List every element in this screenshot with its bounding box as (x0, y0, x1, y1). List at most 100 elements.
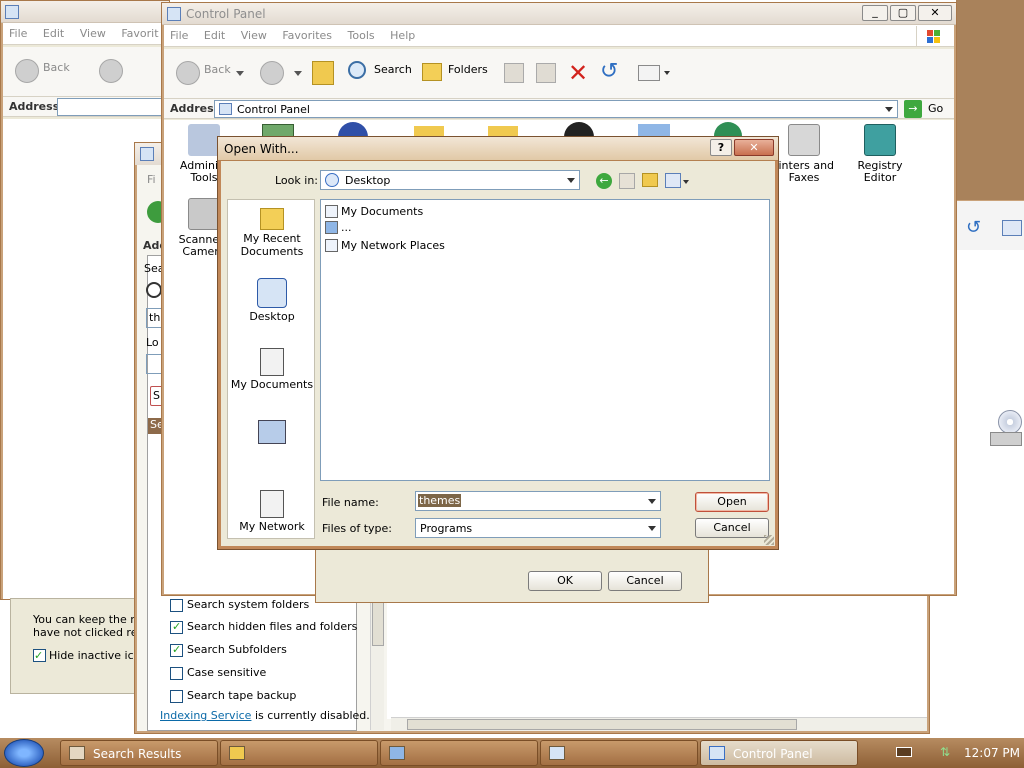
bg-menubar: File Edit View Favorit (3, 23, 167, 45)
cp-address-label: Address (170, 102, 221, 115)
file-list[interactable]: My Documents ... My Network Places (320, 199, 770, 481)
open-button[interactable]: Open (695, 492, 769, 512)
folders-icon[interactable] (422, 63, 442, 81)
minimize-button[interactable]: _ (862, 5, 888, 21)
checkbox-case-sensitive[interactable] (170, 667, 183, 680)
cp-menu-edit[interactable]: Edit (198, 25, 231, 46)
search-menu-fragment[interactable]: Fi (147, 173, 156, 186)
bg-menu-edit[interactable]: Edit (37, 23, 70, 44)
cp-item-registry-editor[interactable]: Registry Editor (840, 124, 920, 184)
taskbar-item-search-results[interactable]: Search Results (60, 740, 218, 766)
start-button[interactable] (4, 739, 44, 767)
network-place-icon (260, 490, 284, 518)
checkbox-system-folders[interactable] (170, 599, 183, 612)
taskbar-clock[interactable]: 12:07 PM (964, 746, 1020, 760)
look-in-dropdown-icon[interactable] (563, 171, 579, 189)
place-desktop[interactable]: Desktop (228, 278, 316, 323)
up-one-level-icon[interactable] (619, 173, 635, 189)
properties-dialog: OK Cancel (315, 546, 709, 603)
views-toolbar-icon[interactable] (638, 65, 660, 81)
look-in-combo[interactable]: Desktop (320, 170, 580, 190)
indexing-service-link[interactable]: Indexing Service (160, 709, 251, 722)
file-name-dropdown-icon[interactable] (644, 492, 660, 510)
place-recent-documents[interactable]: My Recent Documents (228, 208, 316, 258)
forward-arrow-icon[interactable] (99, 59, 123, 83)
search-magnifier-toolbar-icon[interactable] (348, 61, 366, 79)
bg-menu-view[interactable]: View (74, 23, 112, 44)
dialog-ok-button[interactable]: OK (528, 571, 602, 591)
cp-menu-tools[interactable]: Tools (342, 25, 381, 46)
checkbox-tape-backup[interactable] (170, 690, 183, 703)
dialog-cancel-button[interactable]: Cancel (608, 571, 682, 591)
close-button[interactable]: ✕ (918, 5, 952, 21)
dialog-close-button[interactable]: ✕ (734, 139, 774, 156)
view-menu-dropdown-icon[interactable] (683, 180, 689, 184)
admin-tools-icon (188, 124, 220, 156)
file-name-combo[interactable]: themes (415, 491, 661, 511)
desktop-place-icon (257, 278, 287, 308)
bg-back-label[interactable]: Back (43, 61, 70, 74)
cp-folders-button[interactable]: Folders (448, 63, 488, 76)
file-item-network-places-label: My Network Places (341, 239, 445, 252)
back-nav-icon[interactable]: ← (596, 173, 612, 189)
place-my-computer[interactable] (228, 420, 316, 446)
view-menu-icon[interactable] (665, 173, 681, 188)
label-subfolders: Search Subfolders (187, 643, 287, 656)
cancel-button[interactable]: Cancel (695, 518, 769, 538)
cd-drive-icon[interactable] (990, 410, 1022, 450)
file-name-value[interactable]: themes (418, 494, 462, 507)
cp-go-button[interactable]: Go (928, 102, 943, 115)
bg-menu-favorites[interactable]: Favorit (115, 23, 164, 44)
undo-icon[interactable]: ↺ (966, 218, 988, 238)
place-my-documents[interactable]: My Documents (228, 348, 316, 391)
files-of-type-dropdown-icon[interactable] (644, 519, 660, 537)
taskbar-item-recycle[interactable] (540, 740, 698, 766)
taskbar-item-computer[interactable] (380, 740, 538, 766)
cp-back-label[interactable]: Back (204, 63, 231, 76)
hide-inactive-checkbox[interactable]: ✓ (33, 649, 46, 662)
copy-to-icon[interactable] (536, 63, 556, 83)
cp-back-icon[interactable] (176, 61, 200, 85)
move-to-icon[interactable] (504, 63, 524, 83)
hscroll-thumb[interactable] (407, 719, 797, 730)
taskbar-item-folder[interactable] (220, 740, 378, 766)
cp-menu-file[interactable]: File (164, 25, 194, 46)
maximize-button[interactable]: ▢ (890, 5, 916, 21)
checkbox-subfolders[interactable] (170, 643, 183, 657)
up-folder-icon[interactable] (312, 61, 334, 85)
bg-address-input[interactable] (57, 98, 167, 116)
undo-toolbar-icon[interactable]: ↺ (600, 59, 618, 84)
horizontal-scrollbar[interactable] (391, 717, 927, 731)
computer-place-icon (258, 420, 286, 444)
help-button[interactable]: ? (710, 139, 732, 156)
desktop-small-icon (325, 173, 339, 187)
views-dropdown-icon[interactable] (664, 71, 670, 75)
cp-menu-view[interactable]: View (235, 25, 273, 46)
views-icon[interactable] (1002, 220, 1022, 236)
resize-grip[interactable] (764, 535, 774, 545)
checkbox-hidden-files[interactable] (170, 620, 183, 634)
open-with-dialog: Open With... ? ✕ Look in: Desktop ← My R… (217, 136, 779, 550)
keyboard-tray-icon[interactable] (896, 747, 912, 757)
files-of-type-combo[interactable]: Programs (415, 518, 661, 538)
forward-dropdown-icon[interactable] (294, 71, 302, 76)
cp-menu-help[interactable]: Help (384, 25, 421, 46)
address-dropdown-icon[interactable] (885, 107, 893, 112)
cp-address-value: Control Panel (237, 103, 310, 116)
cp-forward-icon[interactable] (260, 61, 284, 85)
place-my-network[interactable]: My Network (228, 490, 316, 533)
cp-search-button[interactable]: Search (374, 63, 412, 76)
network-tray-icon[interactable]: ⇅ (940, 745, 954, 759)
go-arrow-icon[interactable]: → (904, 100, 922, 118)
delete-icon[interactable]: ✕ (568, 59, 588, 87)
new-folder-icon[interactable] (642, 173, 658, 187)
indexing-status-text: is currently disabled. (251, 709, 370, 722)
cp-menu-favorites[interactable]: Favorites (276, 25, 338, 46)
cp-address-input[interactable]: Control Panel (214, 100, 898, 118)
back-arrow-icon[interactable] (15, 59, 39, 83)
back-dropdown-icon[interactable] (236, 71, 244, 76)
computer-task-icon (389, 746, 405, 760)
bg-menu-file[interactable]: File (3, 23, 33, 44)
search-magnifier-icon[interactable] (146, 282, 162, 298)
taskbar-item-control-panel[interactable]: Control Panel (700, 740, 858, 766)
